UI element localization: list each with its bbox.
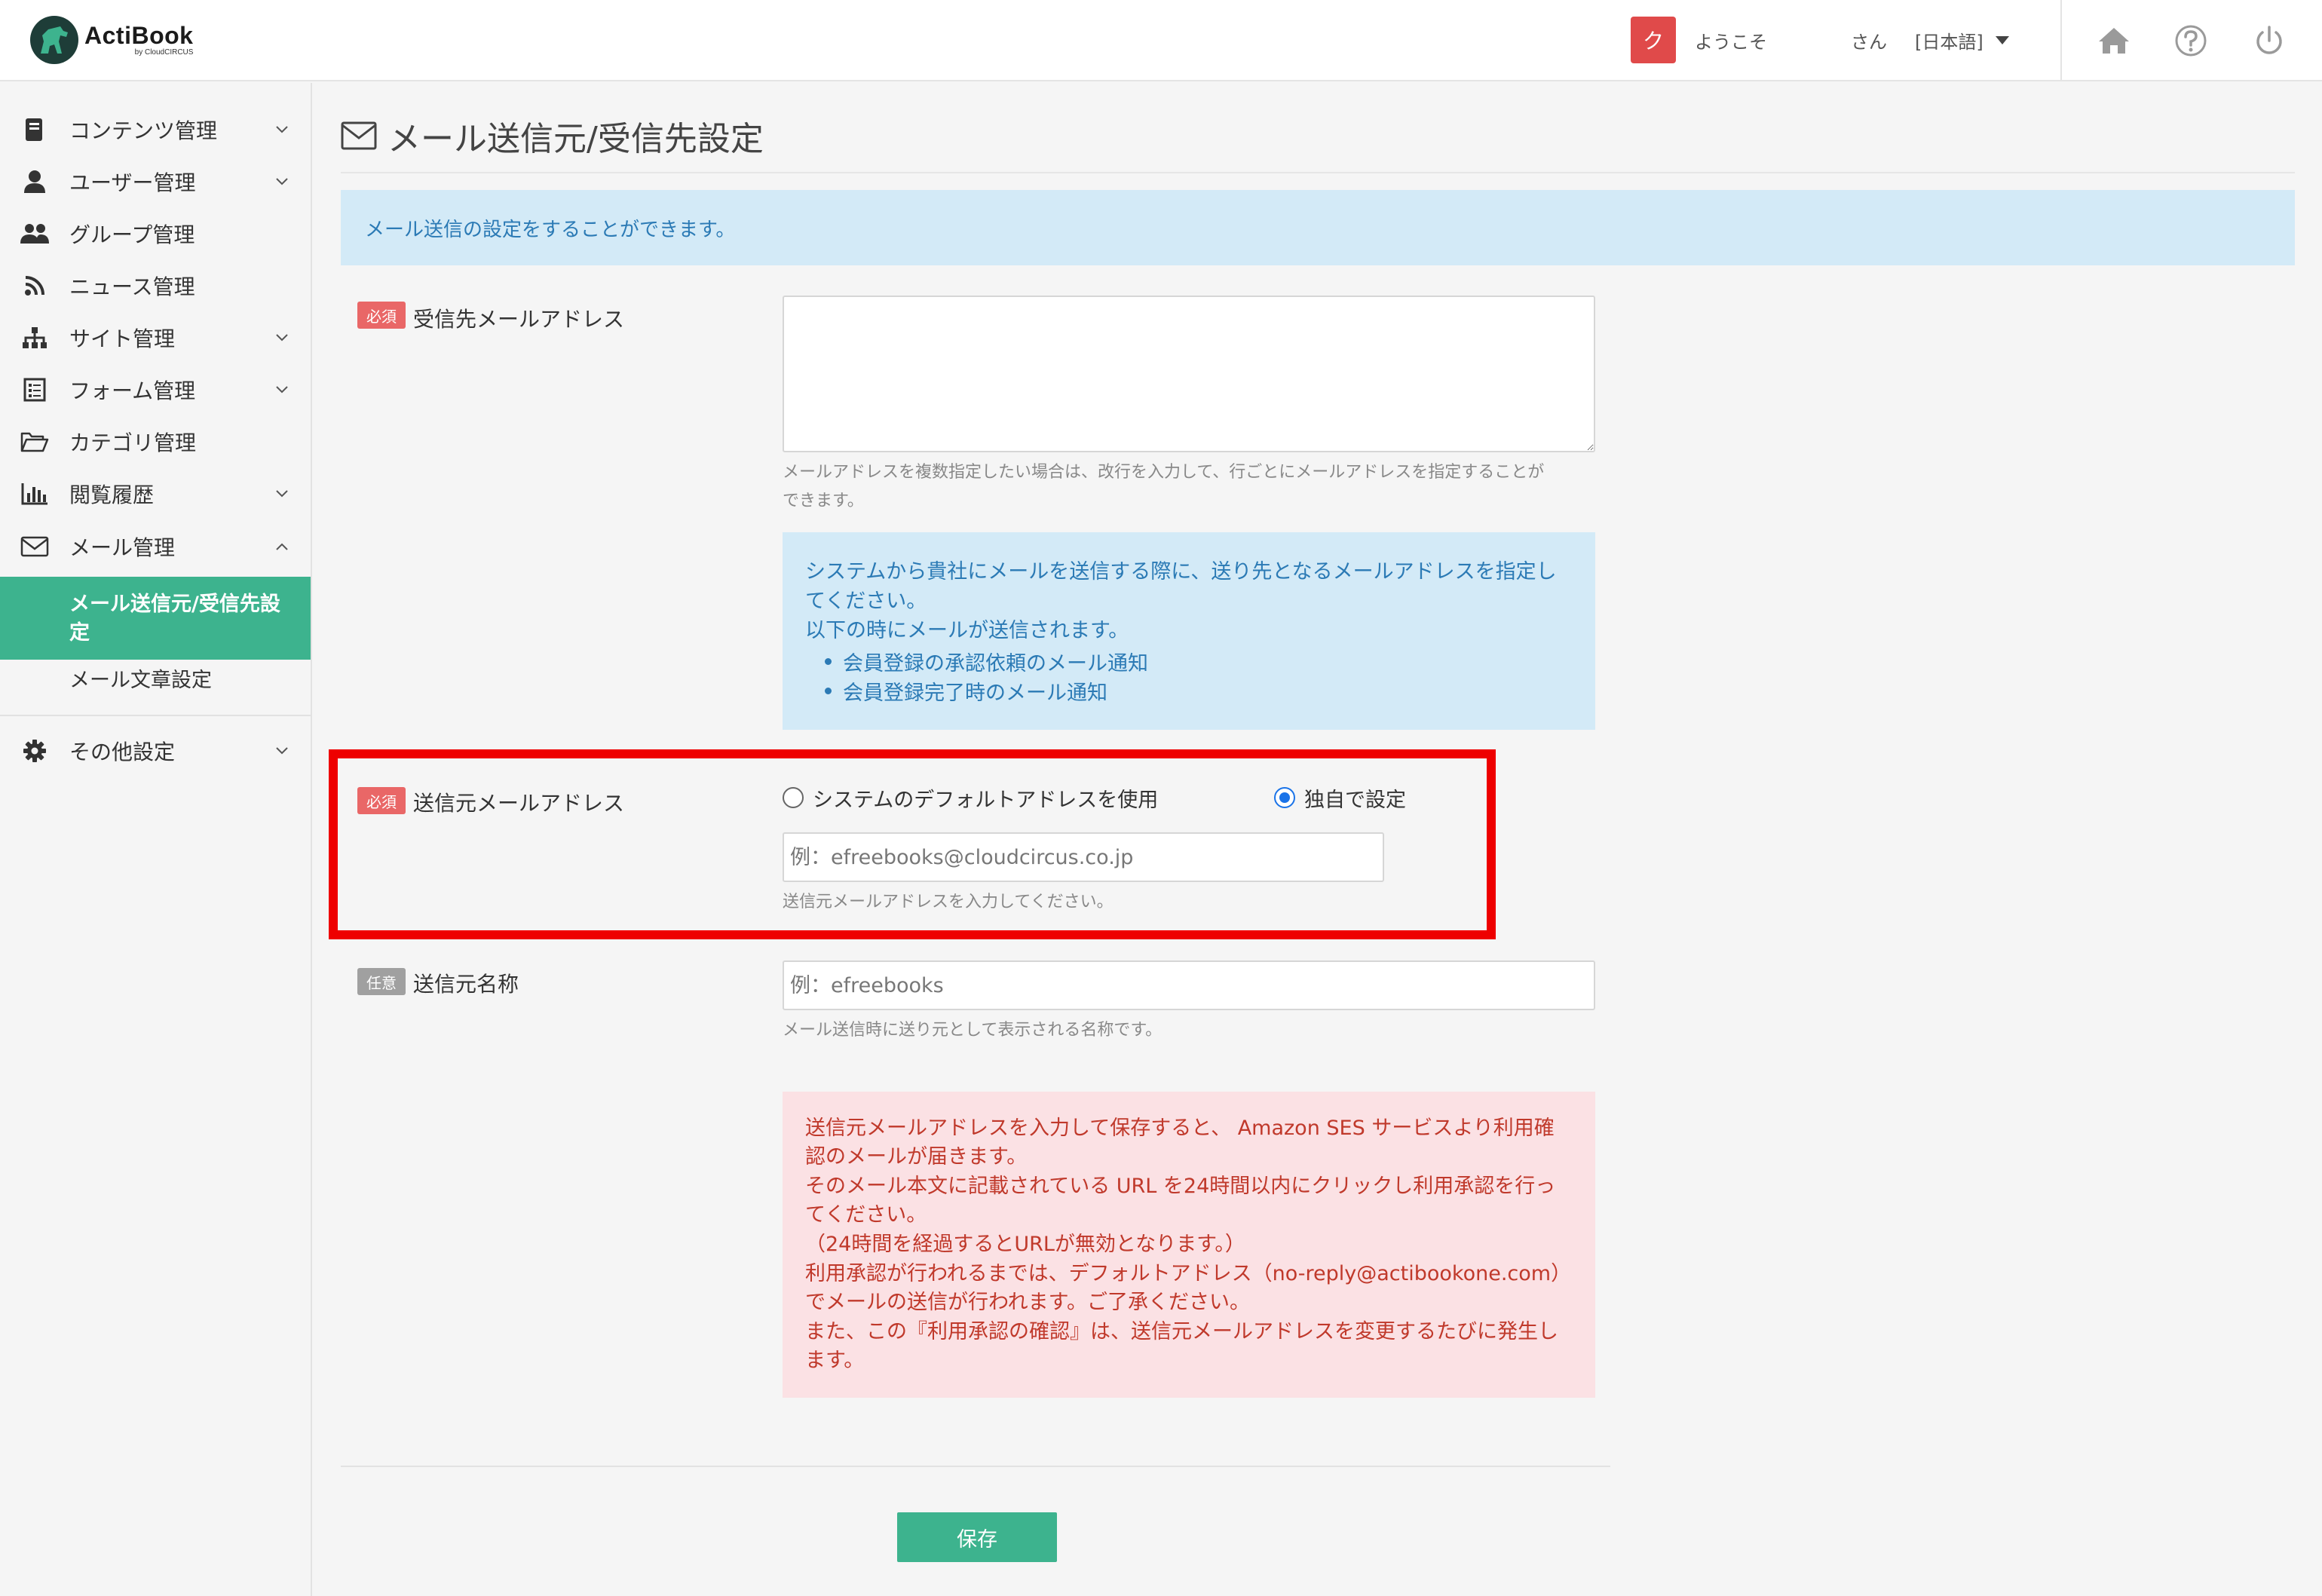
sidebar-item-users[interactable]: ユーザー管理 xyxy=(0,159,311,204)
logo-subtitle: by CloudCIRCUS xyxy=(134,48,194,57)
warning-text: また、この『利用承認の確認』は、送信元メールアドレスを変更するたびに発生し xyxy=(805,1320,1558,1343)
bullet xyxy=(825,658,832,665)
warning-text: （24時間を経過するとURLが無効となります。） xyxy=(805,1233,1245,1256)
sidebar-subitem-label: メール送信元/受信先設定 xyxy=(69,593,280,645)
form-footer-divider xyxy=(341,1466,1610,1467)
envelope-icon xyxy=(341,121,377,150)
radio-default-address-label[interactable]: システムのデフォルトアドレスを使用 xyxy=(813,783,1158,813)
sidebar-subitem-mail-sender-receiver[interactable]: メール送信元/受信先設定 xyxy=(0,577,311,660)
sidebar: コンテンツ管理 ユーザー管理 グループ管理 ニュース管理 サイト管理 フォーム管… xyxy=(0,83,312,1596)
sender-email-help: 送信元メールアドレスを入力してください。 xyxy=(783,893,1114,911)
user-icon xyxy=(20,167,50,197)
book-icon xyxy=(20,115,50,145)
chevron-up-icon xyxy=(273,538,291,556)
chevron-down-icon xyxy=(273,485,291,503)
help-icon[interactable] xyxy=(2173,23,2209,59)
horse-logo-icon xyxy=(30,16,78,64)
welcome-text: ようこそ xyxy=(1695,32,1767,53)
sidebar-item-label: フォーム管理 xyxy=(69,378,196,403)
language-label: [日本語] xyxy=(1915,32,1984,53)
sender-name-input[interactable] xyxy=(783,960,1595,1010)
warning-text: 送信元メールアドレスを入力して保存すると、 Amazon SES サービスより利… xyxy=(805,1117,1555,1140)
bar-chart-icon xyxy=(20,479,50,509)
warning-text: てください。 xyxy=(805,1203,927,1227)
info-alert: メール送信の設定をすることができます。 xyxy=(341,190,2295,265)
sender-email-input[interactable] xyxy=(783,832,1384,882)
sidebar-item-label: サイト管理 xyxy=(69,326,176,351)
title-divider xyxy=(341,172,2295,173)
form-icon xyxy=(20,375,50,405)
sidebar-item-mail[interactable]: メール管理 xyxy=(0,524,311,569)
sidebar-divider xyxy=(0,715,311,716)
recipient-email-textarea[interactable] xyxy=(783,296,1595,452)
user-avatar[interactable]: ク xyxy=(1631,17,1676,63)
radio-custom-address-label[interactable]: 独自で設定 xyxy=(1304,783,1406,813)
sidebar-subitem-mail-text[interactable]: メール文章設定 xyxy=(69,663,212,693)
caret-down-icon xyxy=(1995,36,2009,44)
header-divider xyxy=(2060,0,2062,81)
page-title: メール送信元/受信先設定 xyxy=(341,112,764,160)
save-button[interactable]: 保存 xyxy=(897,1512,1057,1562)
users-icon xyxy=(20,219,50,249)
warning-text: ます。 xyxy=(805,1349,865,1372)
sidebar-item-label: 閲覧履歴 xyxy=(69,482,155,507)
sidebar-item-label: グループ管理 xyxy=(69,222,195,247)
home-icon[interactable] xyxy=(2096,23,2132,59)
radio-custom-address[interactable] xyxy=(1274,787,1295,808)
sidebar-item-contents[interactable]: コンテンツ管理 xyxy=(0,107,311,152)
required-badge: 必須 xyxy=(357,302,406,329)
warning-text: 利用承認が行われるまでは、デフォルトアドレス（no-reply@actibook… xyxy=(805,1262,1572,1285)
sidebar-item-other-settings[interactable]: その他設定 xyxy=(0,728,311,773)
chevron-down-icon xyxy=(273,742,291,760)
chevron-down-icon xyxy=(273,121,291,139)
page-title-text: メール送信元/受信先設定 xyxy=(388,120,764,158)
top-header: ActiBook by CloudCIRCUS ク ようこそ さん [日本語] xyxy=(0,0,2322,81)
chevron-down-icon xyxy=(273,381,291,399)
sidebar-item-label: コンテンツ管理 xyxy=(69,118,218,143)
envelope-icon xyxy=(20,531,50,562)
logo-name: ActiBook xyxy=(84,22,194,49)
user-suffix: さん xyxy=(1851,32,1887,53)
info-bullet-text: 会員登録の承認依頼のメール通知 xyxy=(843,652,1148,675)
language-selector[interactable]: [日本語] xyxy=(1915,27,2009,54)
radio-default-address[interactable] xyxy=(783,787,804,808)
info-alert-text: メール送信の設定をすることができます。 xyxy=(365,219,736,241)
rss-icon xyxy=(20,271,50,301)
recipient-help-text: メールアドレスを複数指定したい場合は、改行を入力して、行ごとにメールアドレスを指… xyxy=(783,463,1545,510)
sidebar-item-history[interactable]: 閲覧履歴 xyxy=(0,471,311,516)
info-bullet-text: 会員登録完了時のメール通知 xyxy=(843,682,1107,705)
sidebar-item-groups[interactable]: グループ管理 xyxy=(0,211,311,256)
warning-box: 送信元メールアドレスを入力して保存すると、 Amazon SES サービスより利… xyxy=(783,1092,1595,1398)
warning-text: 認のメールが届きます。 xyxy=(805,1145,1028,1169)
warning-text: でメールの送信が行われます。ご了承ください。 xyxy=(805,1291,1250,1314)
folder-icon xyxy=(20,427,50,457)
recipient-email-label: 受信先メールアドレス xyxy=(413,307,625,332)
sender-email-label: 送信元メールアドレス xyxy=(413,791,625,816)
recipient-info-box: システムから貴社にメールを送信する際に、送り先となるメールアドレスを指定し てく… xyxy=(783,532,1595,730)
sitemap-icon xyxy=(20,323,50,353)
sidebar-item-label: その他設定 xyxy=(69,740,176,764)
actibook-logo[interactable]: ActiBook by CloudCIRCUS xyxy=(30,15,193,65)
required-badge: 必須 xyxy=(357,787,406,814)
power-icon[interactable] xyxy=(2251,23,2287,59)
sidebar-item-forms[interactable]: フォーム管理 xyxy=(0,367,311,412)
warning-text: そのメール本文に記載されている URL を24時間以内にクリックし利用承認を行っ xyxy=(805,1175,1556,1198)
bullet xyxy=(825,688,832,694)
sidebar-item-label: ニュース管理 xyxy=(69,274,195,299)
sidebar-item-label: ユーザー管理 xyxy=(69,170,196,195)
sidebar-item-label: メール管理 xyxy=(69,535,176,560)
optional-badge: 任意 xyxy=(357,968,406,995)
sidebar-item-categories[interactable]: カテゴリ管理 xyxy=(0,419,311,464)
chevron-down-icon xyxy=(273,329,291,347)
sender-name-help: メール送信時に送り元として表示される名称です。 xyxy=(783,1021,1163,1040)
gear-icon xyxy=(20,736,50,766)
chevron-down-icon xyxy=(273,173,291,191)
sender-name-label: 送信元名称 xyxy=(413,972,519,997)
sidebar-item-label: カテゴリ管理 xyxy=(69,430,197,455)
sidebar-item-site[interactable]: サイト管理 xyxy=(0,315,311,360)
sidebar-item-news[interactable]: ニュース管理 xyxy=(0,263,311,308)
